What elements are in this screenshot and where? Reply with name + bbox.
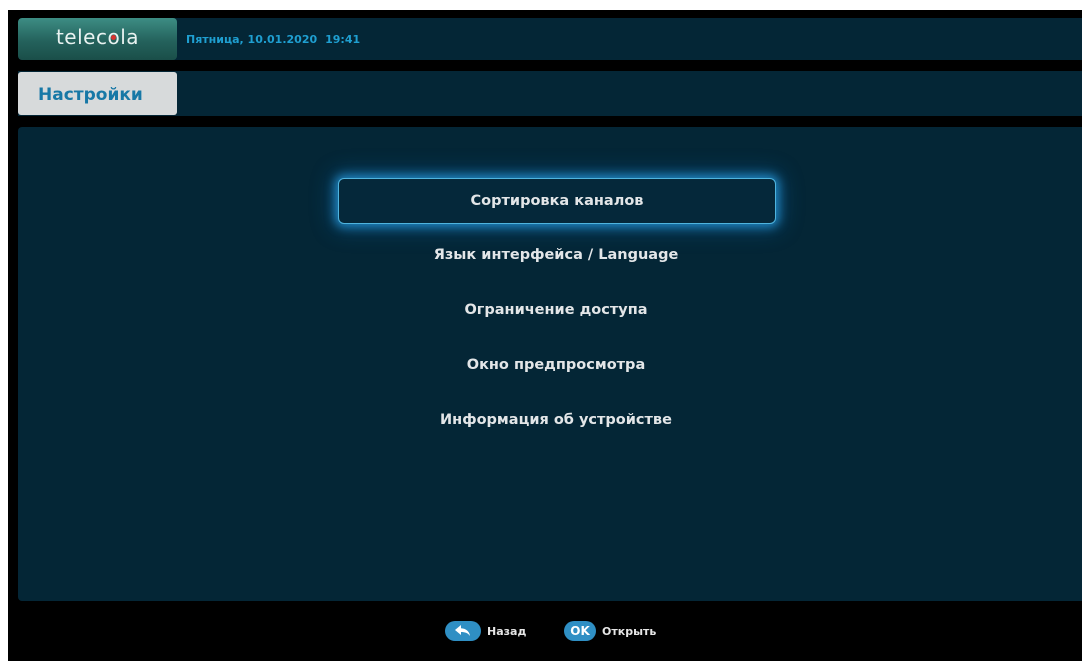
settings-menu-panel: Сортировка каналов Язык интерфейса / Lan… [18, 127, 1082, 601]
back-arrow-icon [455, 625, 470, 636]
header-bar: telecola Пятница, 10.01.2020 19:41 [18, 18, 1082, 60]
ok-key-badge: OK [564, 621, 596, 641]
time-text: 19:41 [325, 33, 361, 46]
date-time: Пятница, 10.01.2020 19:41 [186, 18, 360, 60]
key-hints-bar: Назад OK Открыть [8, 614, 1082, 650]
back-key-badge [445, 621, 481, 641]
date-text: Пятница, 10.01.2020 [186, 33, 318, 46]
title-row: Настройки [18, 71, 1082, 116]
open-label: Открыть [602, 624, 657, 638]
menu-item-preview-window[interactable]: Окно предпросмотра [338, 343, 774, 387]
logo-text-start: telec [55, 25, 108, 49]
open-hint[interactable]: OK Открыть [564, 620, 656, 642]
logo-text: telecola [18, 18, 177, 60]
logo-text-end: la [120, 25, 140, 49]
logo-o-with-dot: o [107, 25, 120, 49]
back-hint[interactable]: Назад [445, 620, 526, 642]
menu-item-channel-sorting[interactable]: Сортировка каналов [338, 178, 776, 224]
page-title-tab: Настройки [18, 72, 177, 115]
back-label: Назад [487, 624, 527, 638]
menu-item-device-info[interactable]: Информация об устройстве [338, 398, 774, 442]
menu-item-language[interactable]: Язык интерфейса / Language [338, 233, 774, 277]
page-title: Настройки [38, 85, 143, 105]
menu-item-access-restriction[interactable]: Ограничение доступа [338, 288, 774, 332]
tv-screen: telecola Пятница, 10.01.2020 19:41 Настро… [8, 10, 1082, 661]
telecola-logo: telecola [18, 18, 177, 60]
